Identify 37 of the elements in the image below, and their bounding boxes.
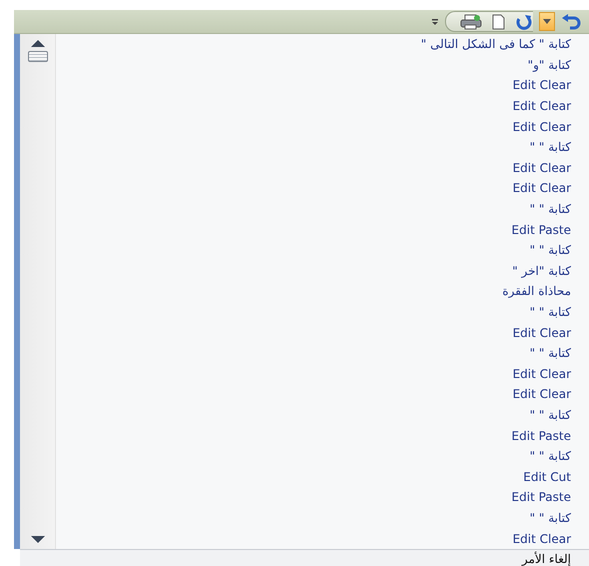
undo-list-item[interactable]: Edit Paste <box>56 219 589 240</box>
undo-list-item[interactable]: كتابة " " <box>56 198 589 220</box>
scroll-thumb[interactable] <box>28 51 48 62</box>
scroll-down-icon[interactable] <box>30 536 44 543</box>
undo-list-item[interactable]: محاذاة الفقرة <box>56 281 589 302</box>
undo-list-item[interactable]: Edit Clear <box>56 75 589 96</box>
cancel-status: إلغاء الأمر <box>20 549 589 566</box>
undo-list-item[interactable]: كتابة " " <box>56 302 589 322</box>
undo-list-item[interactable]: Edit Clear <box>56 384 589 405</box>
undo-list-item[interactable]: كتابة " كما فى الشكل التالى " <box>56 34 589 55</box>
undo-list-item[interactable]: Edit Clear <box>56 364 589 384</box>
undo-list-item[interactable]: كتابة " " <box>56 508 589 528</box>
undo-list-item[interactable]: Edit Clear <box>56 116 589 137</box>
scrollbar[interactable] <box>20 34 56 549</box>
new-document-icon[interactable] <box>492 14 505 30</box>
scroll-up-icon[interactable] <box>30 40 44 47</box>
undo-list-item[interactable]: Edit Clear <box>56 528 589 549</box>
undo-list-item[interactable]: كتابة " " <box>56 446 589 466</box>
undo-list-item[interactable]: Edit Clear <box>56 96 589 116</box>
undo-list-item[interactable]: كتابة " " <box>56 342 589 364</box>
undo-list-item[interactable]: كتابة " " <box>56 404 589 426</box>
undo-icon[interactable] <box>561 14 581 30</box>
undo-list-item[interactable]: Edit Clear <box>56 178 589 199</box>
caret-icon <box>543 19 551 24</box>
undo-list-item[interactable]: Edit Clear <box>56 322 589 343</box>
redo-icon[interactable] <box>515 14 533 30</box>
undo-list-item[interactable]: كتابة " " <box>56 240 589 261</box>
undo-list-item[interactable]: Edit Paste <box>56 425 589 446</box>
customize-toolbar-icon[interactable] <box>431 18 439 26</box>
undo-list-item[interactable]: Edit Paste <box>56 487 589 508</box>
undo-dropdown-button[interactable] <box>539 12 555 31</box>
undo-list-item[interactable]: Edit Clear <box>56 158 589 178</box>
undo-list-item[interactable]: كتابة "و" <box>56 54 589 76</box>
undo-list-item[interactable]: كتابة "اخر " <box>56 260 589 282</box>
printer-icon[interactable] <box>460 14 482 30</box>
undo-list-item[interactable]: كتابة " " <box>56 136 589 158</box>
undo-list-item[interactable]: Edit Cut <box>56 466 589 488</box>
